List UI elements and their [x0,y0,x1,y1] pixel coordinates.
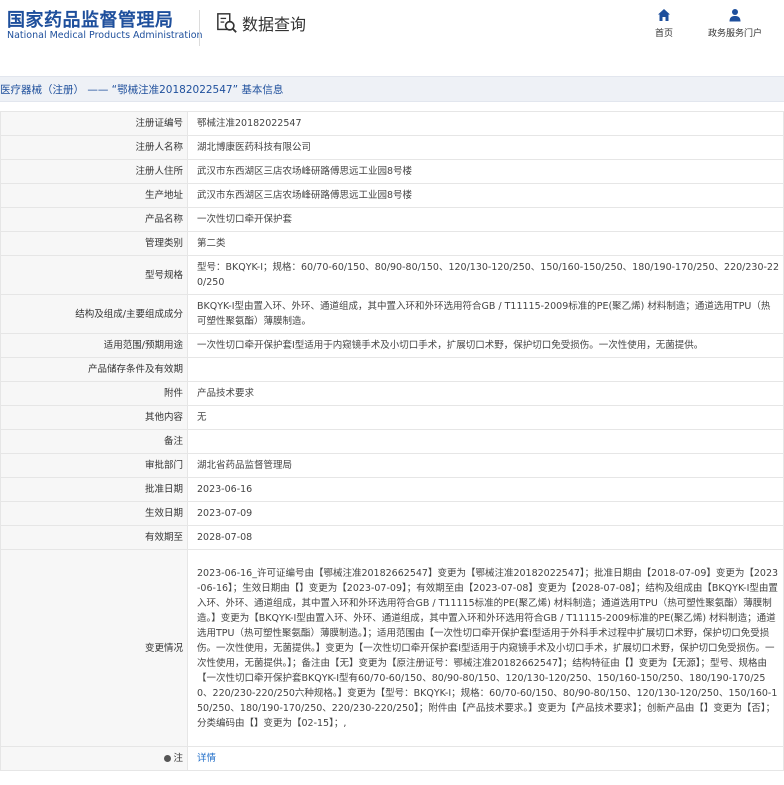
field-value: BKQYK-Ⅰ型由置入环、外环、通道组成，其中置入环和外环选用符合GB / T1… [187,294,784,334]
field-value: 2023-06-16 [187,477,784,502]
field-value: 一次性切口牵开保护套 [187,207,784,232]
logo-subtitle: National Medical Products Administration [7,30,203,41]
table-row: 批准日期 2023-06-16 [0,477,784,502]
nav-home-label: 首页 [654,29,673,39]
registration-info-table: 注册证编号 鄂械注准20182022547 注册人名称 湖北博康医药科技有限公司 注… [0,111,784,771]
field-value: 型号：BKQYK-Ⅰ；规格：60/70-60/150、80/90-80/150、… [187,255,784,295]
table-row: 适用范围/预期用途 一次性切口牵开保护套Ⅰ型适用于内窥镜手术及小切口手术，扩展切口… [0,333,784,358]
header-divider [199,10,200,46]
table-row: 结构及组成/主要组成成分 BKQYK-Ⅰ型由置入环、外环、通道组成，其中置入环和外… [0,294,784,334]
table-row: 其他内容无 [0,405,784,430]
field-label: 生产地址 [0,183,188,208]
field-label: 附件 [0,381,188,406]
field-label: 批准日期 [0,477,188,502]
field-label: 变更情况 [0,549,188,747]
field-label: 注 [173,753,183,764]
details-link[interactable]: 详情 [197,753,216,764]
table-row: 生产地址 武汉市东西湖区三店农场峰研路傅思远工业园8号楼 [0,183,784,208]
table-row: 备注 [0,429,784,454]
table-row: 产品储存条件及有效期 [0,357,784,382]
table-row: 注 详情 [0,746,784,771]
field-label: 结构及组成/主要组成成分 [0,294,188,334]
table-row: 管理类别 第二类 [0,231,784,256]
nav-portal-label: 政务服务门户 [707,29,762,39]
home-icon [658,9,670,21]
field-value: 武汉市东西湖区三店农场峰研路傅思远工业园8号楼 [187,159,784,184]
field-value [187,357,784,382]
field-label: 适用范围/预期用途 [0,333,188,358]
field-value: 一次性切口牵开保护套Ⅰ型适用于内窥镜手术及小切口手术，扩展切口术野，保护切口免受… [187,333,784,358]
table-row: 注册人住所 武汉市东西湖区三店农场峰研路傅思远工业园8号楼 [0,159,784,184]
field-label: 有效期至 [0,525,188,550]
field-label: 审批部门 [0,453,188,478]
field-value [187,429,784,454]
field-label: 产品名称 [0,207,188,232]
breadcrumb: 医疗器械（注册） —— “鄂械注准20182022547” 基本信息 [0,76,784,102]
change-history-value: 2023-06-16_许可证编号由【鄂械注准20182662547】变更为【鄂械… [187,549,784,747]
user-icon [729,9,741,22]
table-row: 生效日期 2023-07-09 [0,501,784,526]
data-search-icon [217,13,237,33]
note-label-cell: 注 [0,746,188,771]
site-header: 国家药品监督管理局 National Medical Products Admi… [0,0,784,60]
field-label: 产品储存条件及有效期 [0,357,188,382]
table-row: 型号规格 型号：BKQYK-Ⅰ；规格：60/70-60/150、80/90-80/… [0,255,784,295]
table-row: 有效期至 2028-07-08 [0,525,784,550]
field-value: 2023-07-09 [187,501,784,526]
logo-title[interactable]: 国家药品监督管理局 [7,6,174,32]
field-label: 备注 [0,429,188,454]
field-label: 其他内容 [0,405,188,430]
nav-service-portal[interactable]: 政务服务门户 [702,8,768,39]
table-row: 注册证编号 鄂械注准20182022547 [0,111,784,136]
table-row: 产品名称 一次性切口牵开保护套 [0,207,784,232]
field-value: 第二类 [187,231,784,256]
field-label: 注册人名称 [0,135,188,160]
data-query-title: 数据查询 [216,10,306,36]
table-row: 审批部门 湖北省药品监督管理局 [0,453,784,478]
field-value: 鄂械注准20182022547 [187,111,784,136]
field-label: 生效日期 [0,501,188,526]
field-value: 湖北博康医药科技有限公司 [187,135,784,160]
field-label: 注册人住所 [0,159,188,184]
field-value: 无 [187,405,784,430]
table-row: 附件 产品技术要求 [0,381,784,406]
nav-home[interactable]: 首页 [650,8,678,39]
field-label: 型号规格 [0,255,188,295]
field-value: 武汉市东西湖区三店农场峰研路傅思远工业园8号楼 [187,183,784,208]
field-value: 湖北省药品监督管理局 [187,453,784,478]
table-row: 变更情况 2023-06-16_许可证编号由【鄂械注准20182662547】变更… [0,549,784,747]
field-value: 产品技术要求 [187,381,784,406]
field-label: 管理类别 [0,231,188,256]
data-query-label: 数据查询 [242,15,307,34]
field-value: 2028-07-08 [187,525,784,550]
note-value-cell: 详情 [187,746,784,771]
table-row: 注册人名称 湖北博康医药科技有限公司 [0,135,784,160]
breadcrumb-text: 医疗器械（注册） —— “鄂械注准20182022547” 基本信息 [0,84,284,96]
field-label: 注册证编号 [0,111,188,136]
note-icon [164,755,172,762]
